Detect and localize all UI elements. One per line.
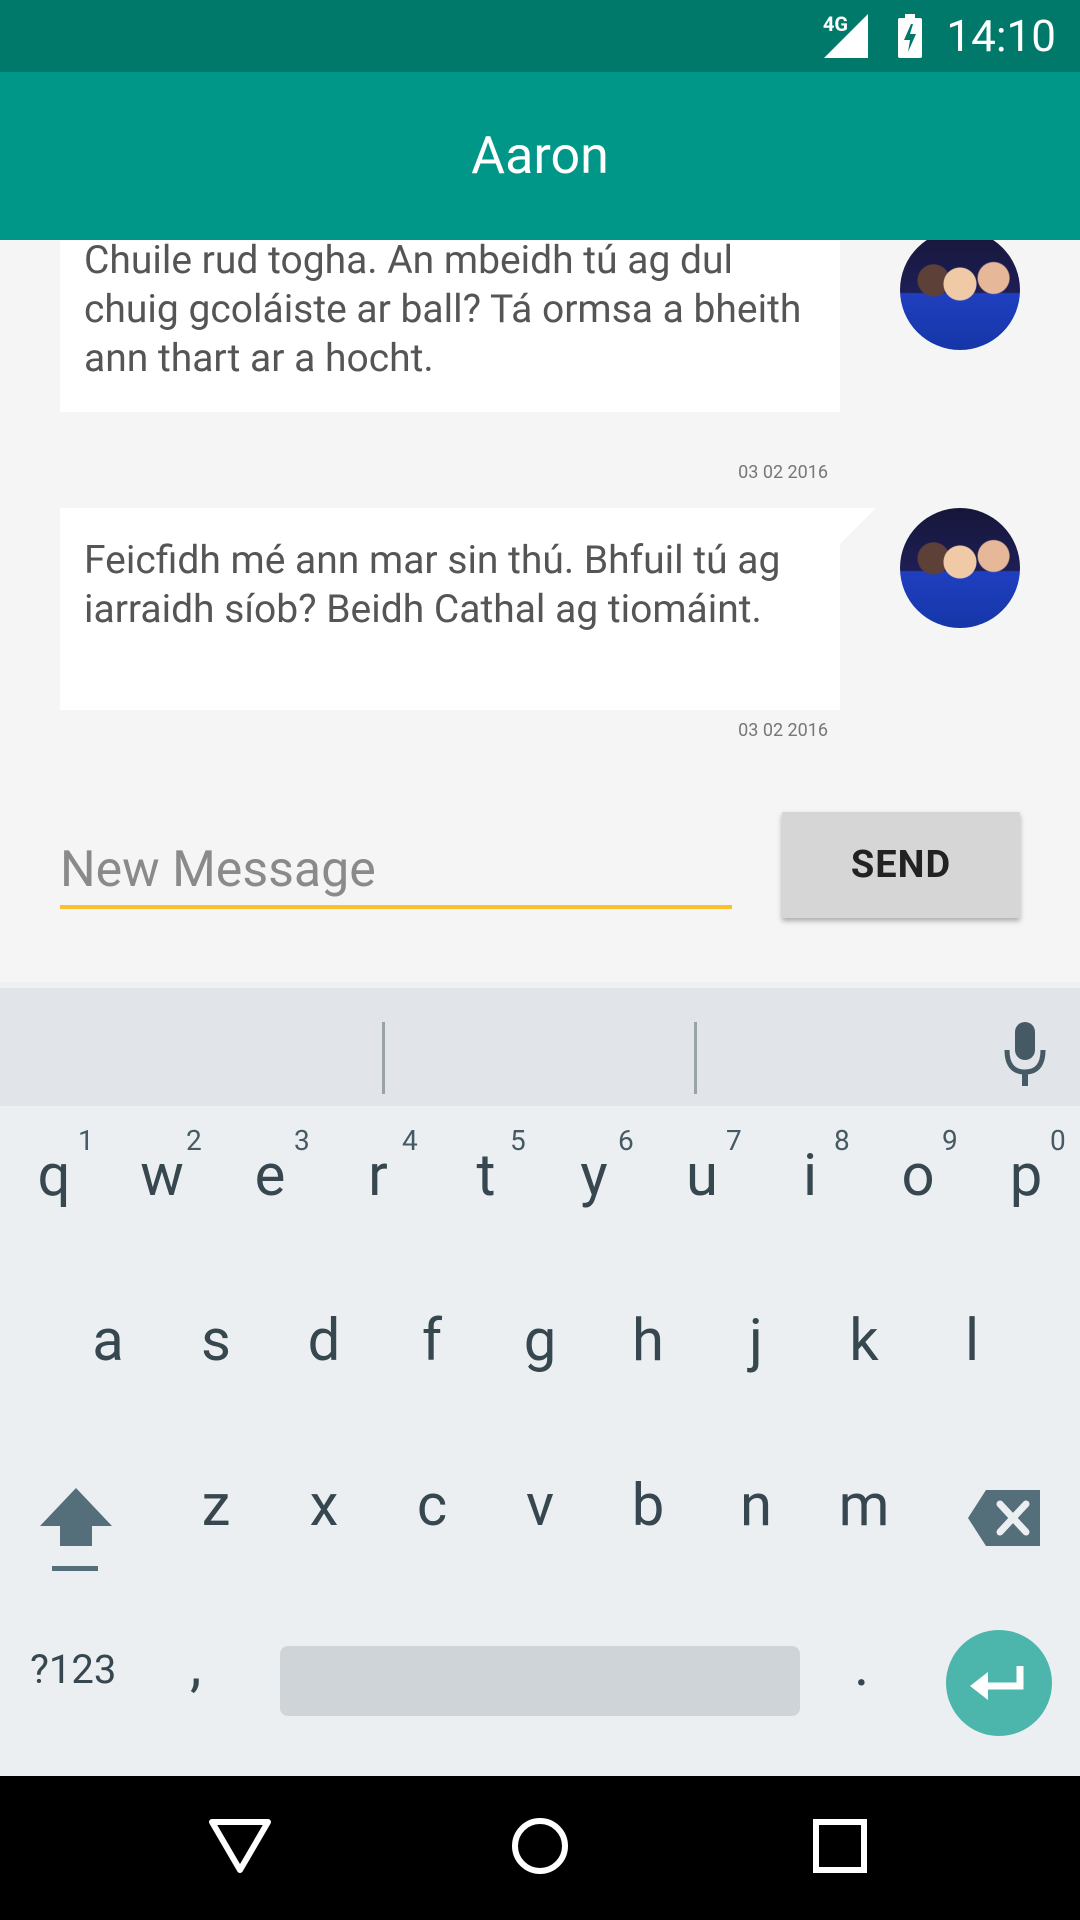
microphone-icon[interactable] xyxy=(1000,1020,1050,1090)
back-icon[interactable] xyxy=(200,1806,280,1886)
key-a[interactable]: a xyxy=(54,1307,162,1375)
key-k[interactable]: k xyxy=(810,1307,918,1375)
key-b[interactable]: b xyxy=(594,1472,702,1540)
key-hint-0: 0 xyxy=(1050,1124,1066,1157)
key-hint-8: 8 xyxy=(834,1124,850,1157)
send-button[interactable]: SEND xyxy=(782,812,1020,918)
shift-icon[interactable] xyxy=(36,1482,116,1582)
new-message-input[interactable] xyxy=(60,835,732,909)
space-key[interactable] xyxy=(280,1646,800,1716)
key-x[interactable]: x xyxy=(270,1472,378,1540)
battery-charging-icon xyxy=(898,14,922,58)
key-hint-3: 3 xyxy=(294,1124,310,1157)
key-hint-9: 9 xyxy=(942,1124,958,1157)
contact-avatar[interactable] xyxy=(900,240,1020,350)
status-time: 14:10 xyxy=(946,10,1056,62)
key-v[interactable]: v xyxy=(486,1472,594,1540)
key-hint-1: 1 xyxy=(78,1124,94,1157)
home-icon[interactable] xyxy=(500,1806,580,1886)
bubble-tail xyxy=(840,508,876,544)
message-list[interactable]: Chuile rud togha. An mbeidh tú ag dul ch… xyxy=(0,240,1080,780)
message-text: Chuile rud togha. An mbeidh tú ag dul ch… xyxy=(84,240,802,381)
key-hint-7: 7 xyxy=(726,1124,742,1157)
recents-icon[interactable] xyxy=(800,1806,880,1886)
key-z[interactable]: z xyxy=(162,1472,270,1540)
key-j[interactable]: j xyxy=(702,1307,810,1375)
enter-icon xyxy=(970,1666,1024,1700)
message-composer: SEND xyxy=(0,780,1080,982)
period-key[interactable]: . xyxy=(854,1632,869,1700)
suggestion-divider xyxy=(382,1022,385,1094)
suggestion-divider xyxy=(694,1022,697,1094)
key-hint-2: 2 xyxy=(186,1124,202,1157)
key-g[interactable]: g xyxy=(486,1307,594,1375)
message-date: 03 02 2016 xyxy=(738,462,828,483)
navigation-bar xyxy=(0,1776,1080,1920)
app-bar: Aaron xyxy=(0,72,1080,240)
conversation-title: Aaron xyxy=(471,125,609,186)
key-m[interactable]: m xyxy=(810,1472,918,1540)
key-l[interactable]: l xyxy=(918,1307,1026,1375)
comma-key[interactable]: , xyxy=(190,1632,201,1700)
backspace-icon[interactable] xyxy=(966,1488,1042,1548)
key-f[interactable]: f xyxy=(378,1307,486,1375)
key-s[interactable]: s xyxy=(162,1307,270,1375)
key-h[interactable]: h xyxy=(594,1307,702,1375)
message-bubble: Feicfidh mé ann mar sin thú. Bhfuil tú a… xyxy=(60,508,840,710)
key-n[interactable]: n xyxy=(702,1472,810,1540)
contact-avatar[interactable] xyxy=(900,508,1020,628)
key-d[interactable]: d xyxy=(270,1307,378,1375)
message-date: 03 02 2016 xyxy=(738,720,828,741)
key-hint-5: 5 xyxy=(510,1124,526,1157)
key-hint-4: 4 xyxy=(402,1124,418,1157)
enter-key[interactable] xyxy=(946,1630,1052,1736)
key-c[interactable]: c xyxy=(378,1472,486,1540)
suggestion-strip[interactable] xyxy=(0,982,1080,1106)
soft-keyboard: q w e r t y u i o p 1 2 3 4 5 6 7 8 9 0 … xyxy=(0,982,1080,1776)
signal-icon xyxy=(824,14,868,58)
message-bubble: Chuile rud togha. An mbeidh tú ag dul ch… xyxy=(60,240,840,412)
symbols-key[interactable]: ?123 xyxy=(30,1646,116,1693)
key-hint-6: 6 xyxy=(618,1124,634,1157)
message-text: Feicfidh mé ann mar sin thú. Bhfuil tú a… xyxy=(84,537,781,632)
status-bar: 4G 14:10 xyxy=(0,0,1080,72)
